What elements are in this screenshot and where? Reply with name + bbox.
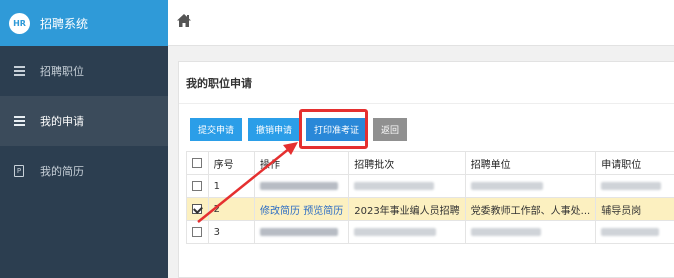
row-index: 3 bbox=[207, 220, 256, 244]
redacted-position bbox=[595, 220, 674, 244]
column-header: 招聘单位 bbox=[464, 151, 597, 175]
select-all-cell[interactable] bbox=[186, 151, 209, 175]
row-select-cell[interactable] bbox=[186, 197, 209, 221]
sidebar-item-jobs[interactable]: 招聘职位 bbox=[0, 46, 168, 96]
column-header: 操作 bbox=[254, 151, 350, 175]
row-select-cell[interactable] bbox=[186, 220, 209, 244]
top-header bbox=[168, 0, 674, 46]
sidebar-item-label: 我的简历 bbox=[40, 165, 84, 178]
table-row[interactable]: 3 bbox=[186, 220, 674, 244]
sidebar-item-label: 我的申请 bbox=[40, 115, 84, 128]
edit-resume-link[interactable]: 修改简历 bbox=[260, 206, 300, 217]
redacted-batch bbox=[348, 174, 466, 198]
row-index: 2 bbox=[207, 197, 256, 221]
row-batch: 2023年事业编人员招聘 bbox=[348, 197, 466, 221]
column-header: 申请职位 bbox=[595, 151, 674, 175]
withdraw-application-button[interactable]: 撤销申请 bbox=[248, 118, 301, 141]
highlight-annotation bbox=[299, 109, 368, 149]
select-all-checkbox[interactable] bbox=[192, 157, 202, 168]
redacted-actions bbox=[254, 220, 350, 244]
sidebar: HR 招聘系统 招聘职位 我的申请 P 我的简历 bbox=[0, 0, 168, 278]
table-row[interactable]: 1 bbox=[186, 174, 674, 198]
row-position: 辅导员岗 bbox=[595, 197, 674, 221]
table-row[interactable]: 2 修改简历 预览简历 2023年事业编人员招聘 党委教师工作部、人事处... … bbox=[186, 197, 674, 221]
row-checkbox[interactable] bbox=[192, 180, 202, 191]
row-actions: 修改简历 预览简历 bbox=[254, 197, 350, 221]
applications-panel: 我的职位申请 提交申请 撤销申请 打印准考证 返回 序号 操作 招聘批次 招聘单… bbox=[178, 61, 674, 278]
column-header: 序号 bbox=[207, 151, 256, 175]
home-icon[interactable] bbox=[176, 13, 192, 33]
column-header: 招聘批次 bbox=[348, 151, 466, 175]
menu-icon bbox=[12, 114, 26, 128]
brand-name: 招聘系统 bbox=[40, 16, 89, 31]
table-header-row: 序号 操作 招聘批次 招聘单位 申请职位 bbox=[186, 151, 674, 175]
redacted-unit bbox=[464, 220, 597, 244]
redacted-unit bbox=[464, 174, 597, 198]
menu-icon bbox=[12, 64, 26, 78]
submit-application-button[interactable]: 提交申请 bbox=[190, 118, 243, 141]
row-unit: 党委教师工作部、人事处... bbox=[464, 197, 597, 221]
back-button[interactable]: 返回 bbox=[373, 118, 408, 141]
sidebar-item-label: 招聘职位 bbox=[40, 65, 84, 78]
brand-logo: HR bbox=[9, 12, 30, 34]
sidebar-item-my-applications[interactable]: 我的申请 bbox=[0, 96, 168, 146]
sidebar-item-my-resume[interactable]: P 我的简历 bbox=[0, 146, 168, 196]
row-select-cell[interactable] bbox=[186, 174, 209, 198]
redacted-actions bbox=[254, 174, 350, 198]
brand-header[interactable]: HR 招聘系统 bbox=[0, 0, 168, 46]
redacted-batch bbox=[348, 220, 466, 244]
panel-title: 我的职位申请 bbox=[179, 62, 674, 104]
row-index: 1 bbox=[207, 174, 256, 198]
applications-table: 序号 操作 招聘批次 招聘单位 申请职位 1 2 修改简历 预览简历 2023年… bbox=[186, 151, 674, 244]
row-checkbox[interactable] bbox=[192, 226, 202, 237]
document-icon: P bbox=[12, 165, 26, 177]
redacted-position bbox=[595, 174, 674, 198]
preview-resume-link[interactable]: 预览简历 bbox=[303, 206, 343, 217]
row-checkbox[interactable] bbox=[192, 203, 202, 214]
